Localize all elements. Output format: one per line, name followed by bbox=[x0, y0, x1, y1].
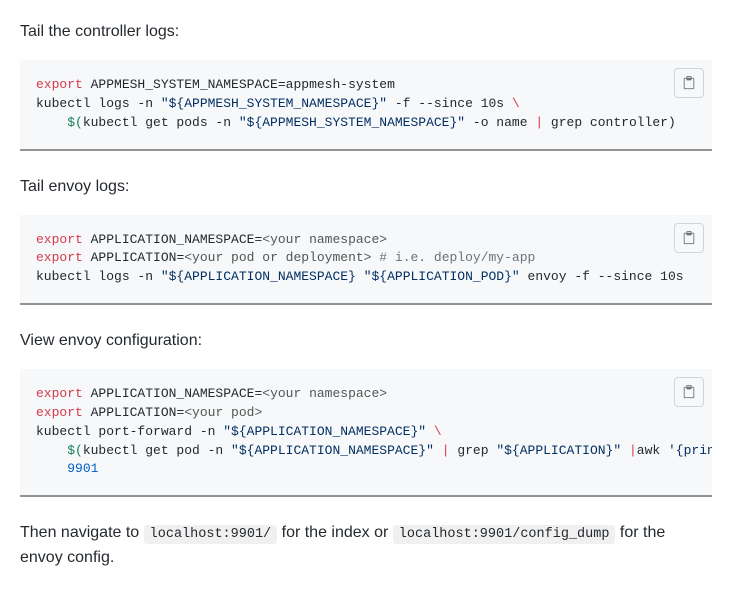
clipboard-icon bbox=[682, 385, 696, 399]
inline-code-config-url: localhost:9901/config_dump bbox=[393, 525, 616, 544]
clipboard-icon bbox=[682, 231, 696, 245]
para-view-config: View envoy configuration: bbox=[20, 329, 712, 353]
para-tail-controller: Tail the controller logs: bbox=[20, 20, 712, 44]
code-content: export APPLICATION_NAMESPACE=<your names… bbox=[20, 369, 712, 497]
clipboard-icon bbox=[682, 76, 696, 90]
codeblock-envoy-config: export APPLICATION_NAMESPACE=<your names… bbox=[20, 369, 712, 497]
codeblock-envoy-logs: export APPLICATION_NAMESPACE=<your names… bbox=[20, 215, 712, 306]
copy-button[interactable] bbox=[674, 68, 704, 98]
para-navigate: Then navigate to localhost:9901/ for the… bbox=[20, 521, 712, 569]
code-content: export APPMESH_SYSTEM_NAMESPACE=appmesh-… bbox=[20, 60, 712, 151]
code-content: export APPLICATION_NAMESPACE=<your names… bbox=[20, 215, 712, 306]
codeblock-controller-logs: export APPMESH_SYSTEM_NAMESPACE=appmesh-… bbox=[20, 60, 712, 151]
inline-code-index-url: localhost:9901/ bbox=[144, 525, 278, 544]
copy-button[interactable] bbox=[674, 223, 704, 253]
para-tail-envoy: Tail envoy logs: bbox=[20, 175, 712, 199]
copy-button[interactable] bbox=[674, 377, 704, 407]
